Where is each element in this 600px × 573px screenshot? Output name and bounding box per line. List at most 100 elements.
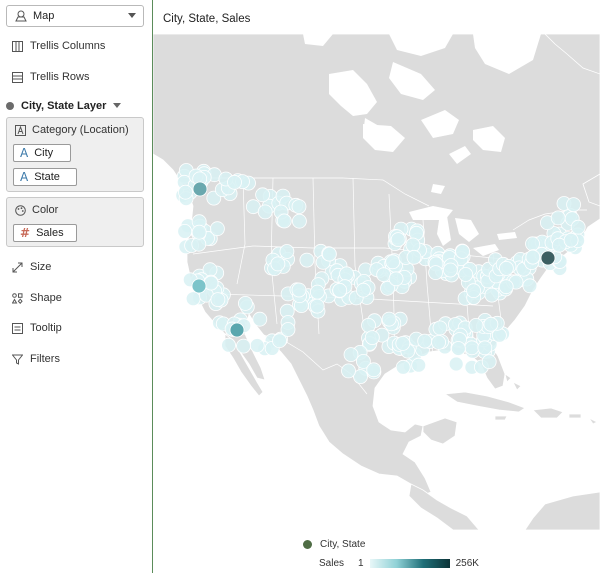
city-bubble[interactable]: [442, 262, 458, 278]
city-bubble[interactable]: [481, 354, 497, 370]
visualization-title[interactable]: City, State, Sales: [163, 13, 250, 25]
visualization-type-select[interactable]: Map: [6, 5, 144, 27]
city-bubble[interactable]: [550, 210, 566, 226]
measure-hash-icon: #: [20, 226, 31, 240]
city-bubble[interactable]: [191, 224, 207, 240]
city-bubble[interactable]: [540, 250, 556, 266]
city-bubble[interactable]: [376, 267, 392, 283]
chevron-down-icon[interactable]: [113, 103, 122, 109]
city-bubble[interactable]: [257, 204, 273, 220]
city-bubble[interactable]: [185, 291, 201, 307]
city-bubble[interactable]: [343, 347, 359, 363]
city-bubble[interactable]: [364, 330, 380, 346]
trellis-rows-label: Trellis Rows: [30, 71, 90, 83]
color-legend-label: Sales: [319, 558, 345, 569]
city-bubble[interactable]: [299, 252, 315, 268]
city-bubble[interactable]: [221, 337, 236, 353]
city-bubble[interactable]: [252, 311, 268, 327]
city-bubble[interactable]: [468, 317, 484, 333]
tooltip-drop-target[interactable]: Tooltip: [12, 322, 62, 334]
city-bubble[interactable]: [177, 223, 193, 239]
city-bubble[interactable]: [255, 187, 270, 203]
city-bubble[interactable]: [395, 335, 411, 351]
city-pill[interactable]: A City: [13, 144, 71, 162]
city-bubble[interactable]: [270, 256, 286, 272]
city-bubble[interactable]: [464, 340, 480, 356]
city-bubble[interactable]: [431, 334, 447, 350]
size-drop-target[interactable]: Size: [12, 261, 51, 273]
city-bubble[interactable]: [238, 295, 253, 311]
trellis-columns-icon: [12, 40, 23, 52]
visualization-canvas[interactable]: City, State, Sales City, State Sales 1 2…: [152, 0, 600, 573]
city-bubble[interactable]: [405, 237, 421, 253]
city-bubble[interactable]: [321, 246, 337, 262]
chevron-down-icon: [128, 13, 136, 18]
city-bubble[interactable]: [570, 219, 586, 235]
city-bubble[interactable]: [428, 265, 444, 281]
city-bubble[interactable]: [395, 359, 411, 375]
city-bubble[interactable]: [566, 197, 582, 213]
city-bubble[interactable]: [291, 199, 307, 215]
city-bubble[interactable]: [484, 287, 500, 303]
city-bubble[interactable]: [498, 279, 514, 295]
city-bubble[interactable]: [450, 341, 466, 356]
city-bubble[interactable]: [341, 363, 356, 379]
city-bubble[interactable]: [279, 244, 295, 259]
shape-drop-target[interactable]: Shape: [12, 292, 62, 304]
layer-dot-icon: [6, 102, 14, 110]
city-bubble[interactable]: [432, 320, 448, 336]
city-bubble[interactable]: [291, 282, 307, 298]
city-bubble[interactable]: [525, 249, 541, 265]
city-bubble[interactable]: [276, 213, 292, 229]
city-bubble[interactable]: [339, 266, 355, 282]
city-bubble[interactable]: [280, 322, 296, 337]
city-bubble[interactable]: [498, 260, 514, 276]
city-bubble[interactable]: [249, 338, 265, 353]
city-bubble[interactable]: [210, 221, 225, 237]
city-bubble[interactable]: [483, 316, 499, 332]
city-bubble[interactable]: [203, 275, 219, 291]
city-bubble[interactable]: [309, 298, 325, 314]
city-bubble[interactable]: [381, 311, 397, 327]
map-view[interactable]: [153, 34, 600, 530]
city-bubble[interactable]: [291, 213, 307, 229]
trellis-rows-drop-target[interactable]: Trellis Rows: [12, 71, 90, 83]
city-bubble[interactable]: [366, 362, 382, 378]
city-bubble[interactable]: [458, 267, 474, 282]
city-bubble[interactable]: [332, 282, 348, 298]
city-bubble[interactable]: [178, 184, 193, 200]
sales-pill[interactable]: # Sales: [13, 224, 77, 242]
city-bubble[interactable]: [477, 340, 493, 356]
state-pill[interactable]: A State: [13, 168, 77, 186]
city-bubble[interactable]: [390, 232, 406, 248]
resize-icon: [12, 262, 23, 272]
color-drop-target[interactable]: Color # Sales: [6, 197, 144, 247]
city-bubble[interactable]: [355, 282, 371, 298]
city-bubble[interactable]: [455, 244, 471, 259]
city-bubble[interactable]: [411, 357, 427, 373]
city-bubble[interactable]: [385, 254, 401, 270]
city-bubble[interactable]: [227, 174, 242, 190]
filters-drop-target[interactable]: Filters: [12, 353, 60, 365]
category-location-drop-target[interactable]: Category (Location) A City A State: [6, 117, 144, 192]
city-bubble[interactable]: [406, 249, 422, 265]
city-bubble[interactable]: [417, 333, 433, 349]
city-bubble[interactable]: [448, 356, 464, 372]
city-bubble[interactable]: [466, 283, 482, 299]
city-bubble[interactable]: [210, 292, 226, 308]
city-bubble[interactable]: [522, 278, 538, 294]
map-pin-icon: [15, 10, 27, 22]
attribute-a-icon: A: [20, 170, 29, 184]
layer-header[interactable]: City, State Layer: [6, 100, 122, 112]
city-bubble[interactable]: [309, 284, 325, 300]
filters-label: Filters: [30, 353, 60, 365]
color-title: Color: [15, 204, 58, 216]
city-bubble[interactable]: [388, 271, 404, 287]
city-bubble[interactable]: [229, 322, 245, 338]
trellis-columns-drop-target[interactable]: Trellis Columns: [12, 40, 105, 52]
city-bubble[interactable]: [236, 338, 251, 354]
city-bubble[interactable]: [192, 181, 208, 197]
city-bubble[interactable]: [191, 278, 207, 294]
city-bubble[interactable]: [563, 232, 579, 248]
trellis-columns-label: Trellis Columns: [30, 40, 106, 52]
